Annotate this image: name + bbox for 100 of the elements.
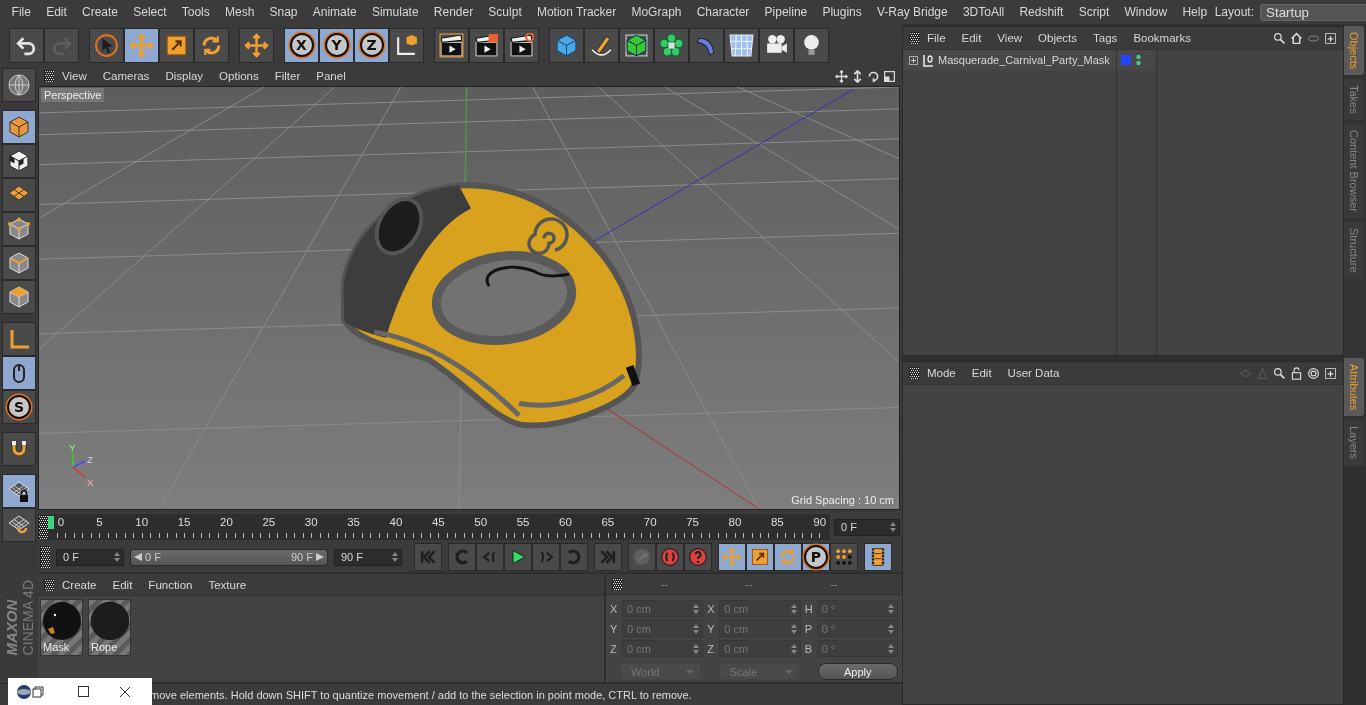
move-button[interactable] <box>124 27 159 63</box>
menu-item[interactable]: Plugins <box>814 5 870 19</box>
tweak-button[interactable] <box>2 356 36 390</box>
menu-item[interactable]: Panel <box>316 70 346 82</box>
grip-handle[interactable] <box>612 578 622 590</box>
rotate-button[interactable] <box>774 543 802 571</box>
menu-item[interactable]: Function <box>148 578 193 591</box>
point-level-button[interactable] <box>830 543 858 571</box>
restore-window-icon[interactable] <box>32 685 44 698</box>
timeline-ruler[interactable]: 0 5 10 15 20 25 30 35 40 45 50 55 60 65 70 75 80 85 90 <box>48 514 830 540</box>
menu-item[interactable]: Objects <box>1038 32 1078 44</box>
vertical-arrows-icon[interactable] <box>851 69 864 83</box>
timeline-button[interactable] <box>864 543 892 571</box>
render-view-button[interactable] <box>434 27 469 63</box>
scale-button[interactable] <box>746 543 774 571</box>
visibility-dots-icon[interactable] <box>1136 54 1141 66</box>
menu-item[interactable]: Simulate <box>364 5 427 19</box>
coordinate-system-button[interactable] <box>389 27 424 63</box>
target-icon[interactable] <box>1307 366 1320 380</box>
menu-item[interactable]: Options <box>219 70 259 82</box>
points-button[interactable] <box>2 212 36 246</box>
menu-item[interactable]: Script <box>1071 5 1117 19</box>
end-frame-field[interactable]: 90 F <box>334 548 402 566</box>
menu-item[interactable]: Filter <box>274 70 301 82</box>
camera-button[interactable] <box>759 27 794 63</box>
rotate-workplane-button[interactable] <box>2 508 36 542</box>
parameter-key-button[interactable]: P <box>802 543 830 571</box>
menu-item[interactable]: Redshift <box>1011 5 1072 19</box>
expand-icon[interactable] <box>909 55 918 65</box>
light-button[interactable] <box>794 27 829 63</box>
menu-item[interactable]: MoGraph <box>623 5 690 19</box>
playhead-marker[interactable] <box>48 516 54 529</box>
menu-item[interactable]: View <box>62 70 87 82</box>
start-frame-field[interactable]: 0 F <box>56 548 124 566</box>
rotate-arrows-icon[interactable] <box>867 69 880 83</box>
grip-handle[interactable] <box>44 70 54 82</box>
grip-handle[interactable] <box>909 367 919 379</box>
spinner-icon[interactable] <box>392 552 398 562</box>
menu-item[interactable]: Tags <box>1093 32 1118 44</box>
new-window-icon[interactable] <box>1324 366 1337 380</box>
current-frame-field[interactable]: 0 F <box>834 518 900 536</box>
menu-item[interactable]: Help <box>1174 5 1215 19</box>
menu-item[interactable]: Select <box>125 5 175 19</box>
search-icon[interactable] <box>1273 31 1286 45</box>
grip-handle[interactable] <box>40 546 50 568</box>
menu-item[interactable]: Edit <box>112 578 133 591</box>
undo-button[interactable] <box>9 27 44 63</box>
axis-lock-button[interactable]: X <box>284 27 319 63</box>
bend-button[interactable] <box>689 27 724 63</box>
menu-item[interactable]: Edit <box>961 32 982 44</box>
workplane-button[interactable] <box>2 178 36 212</box>
skip-start-button[interactable] <box>414 543 442 571</box>
magnet-button[interactable] <box>2 432 36 466</box>
menu-item[interactable]: Render <box>426 5 481 19</box>
move-arrows-icon[interactable] <box>835 69 848 83</box>
rotate-button[interactable] <box>194 27 229 63</box>
menu-item[interactable]: Animate <box>305 5 365 19</box>
menu-item[interactable]: 3DToAll <box>955 5 1012 19</box>
menu-item[interactable]: Texture <box>208 578 247 591</box>
menu-item[interactable]: File <box>4 5 39 19</box>
grip-handle[interactable] <box>44 578 54 591</box>
search-icon[interactable] <box>1273 366 1286 380</box>
record-button[interactable] <box>656 543 684 571</box>
edges-button[interactable] <box>2 246 36 280</box>
spinner-icon[interactable] <box>114 552 120 562</box>
menu-item[interactable]: View <box>997 32 1023 44</box>
menu-item[interactable]: Window <box>1116 5 1175 19</box>
menu-item[interactable]: Snap <box>261 5 306 19</box>
app-logo-icon[interactable] <box>16 683 32 700</box>
subdivision-button[interactable] <box>619 27 654 63</box>
floor-button[interactable] <box>724 27 759 63</box>
menu-item[interactable]: Mode <box>927 367 956 379</box>
menu-item[interactable]: Cameras <box>102 70 150 82</box>
menu-item[interactable]: Character <box>689 5 757 19</box>
close-icon[interactable] <box>119 685 131 698</box>
render-settings-button[interactable] <box>504 27 539 63</box>
cube-button[interactable] <box>549 27 584 63</box>
scale-button[interactable] <box>159 27 194 63</box>
texture-button[interactable] <box>2 144 36 178</box>
menu-item[interactable]: User Data <box>1007 367 1060 379</box>
menu-item[interactable]: File <box>927 32 946 44</box>
layout-dropdown[interactable]: Startup <box>1260 3 1366 21</box>
left-arrow-icon[interactable] <box>134 553 142 561</box>
live-select-button[interactable] <box>89 27 124 63</box>
axis-button[interactable] <box>2 322 36 356</box>
axis-lock-button[interactable]: Y <box>319 27 354 63</box>
frame-range-slider[interactable]: 0 F 90 F <box>130 548 328 566</box>
pen-button[interactable] <box>584 27 619 63</box>
render-picture-button[interactable] <box>469 27 504 63</box>
menu-item[interactable]: Edit <box>971 367 992 379</box>
home-icon[interactable] <box>1290 31 1303 45</box>
spinner-icon[interactable] <box>890 522 896 532</box>
autokey-button[interactable] <box>684 543 712 571</box>
model-button[interactable] <box>2 110 36 144</box>
menu-item[interactable]: Create <box>74 5 126 19</box>
new-window-icon[interactable] <box>1324 31 1337 45</box>
grip-handle[interactable] <box>909 32 919 44</box>
menu-item[interactable]: Mesh <box>217 5 262 19</box>
lock-icon[interactable] <box>1290 366 1303 380</box>
menu-item[interactable]: Tools <box>174 5 218 19</box>
